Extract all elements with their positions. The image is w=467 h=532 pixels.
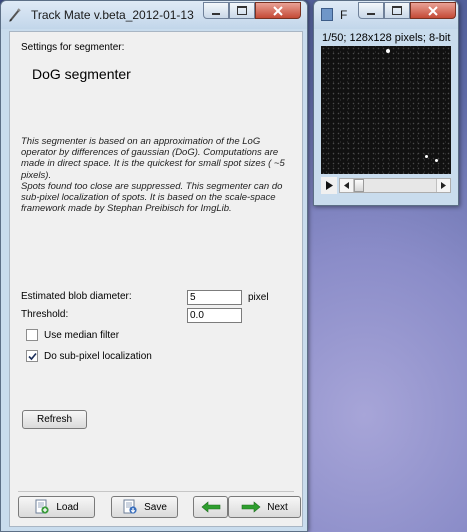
scroll-right-button[interactable] — [436, 179, 450, 192]
settings-label: Settings for segmenter: — [21, 42, 125, 53]
arrow-right-icon — [241, 501, 261, 513]
previous-button[interactable] — [193, 496, 228, 518]
bright-spot — [425, 155, 428, 158]
segmenter-description: This segmenter is based on an approximat… — [21, 136, 291, 214]
save-button[interactable]: Save — [111, 496, 178, 518]
segmenter-settings-panel: Settings for segmenter: DoG segmenter Th… — [9, 31, 303, 527]
play-button[interactable] — [321, 177, 337, 194]
scroll-left-icon — [344, 182, 349, 189]
subpixel-label: Do sub-pixel localization — [44, 351, 152, 362]
median-filter-label: Use median filter — [44, 330, 120, 341]
description-paragraph: Spots found too close are suppressed. Th… — [21, 180, 283, 215]
image-window: F 1/50; 128x128 pixels; 8-bit — [313, 0, 459, 206]
image-info-text: 1/50; 128x128 pixels; 8-bit — [322, 32, 451, 44]
save-icon — [123, 499, 137, 514]
close-icon — [428, 5, 438, 16]
refresh-button[interactable]: Refresh — [22, 410, 87, 429]
maximize-button[interactable] — [229, 2, 255, 19]
imagej-pen-icon — [8, 7, 22, 23]
load-button-label: Load — [56, 501, 79, 513]
next-button-label: Next — [267, 501, 288, 513]
description-paragraph: This segmenter is based on an approximat… — [21, 136, 285, 181]
close-icon — [273, 5, 283, 16]
minimize-icon — [212, 12, 220, 15]
maximize-icon — [237, 6, 247, 15]
threshold-label: Threshold: — [21, 309, 69, 320]
median-filter-checkbox[interactable] — [26, 329, 38, 341]
arrow-left-icon — [201, 501, 220, 513]
frame-slider-row — [321, 177, 451, 194]
window-title: Track Mate v.beta_2012-01-13 — [31, 8, 194, 22]
footer-divider — [18, 491, 294, 492]
close-button[interactable] — [255, 2, 301, 19]
bright-spot — [386, 49, 390, 53]
frame-scrollbar[interactable] — [339, 178, 451, 193]
maximize-icon — [392, 6, 402, 15]
load-icon — [35, 499, 49, 514]
scroll-right-icon — [441, 182, 446, 189]
scroll-thumb[interactable] — [354, 179, 364, 192]
play-icon — [326, 181, 333, 190]
blob-diameter-unit: pixel — [248, 292, 269, 303]
image-maximize-button[interactable] — [384, 2, 410, 19]
subpixel-checkbox[interactable] — [26, 350, 38, 362]
segmenter-name: DoG segmenter — [32, 66, 131, 82]
next-button[interactable]: Next — [228, 496, 301, 518]
image-icon — [321, 8, 333, 21]
load-button[interactable]: Load — [18, 496, 95, 518]
blob-diameter-label: Estimated blob diameter: — [21, 291, 132, 302]
blob-diameter-field[interactable]: 5 — [187, 290, 242, 305]
image-window-title: F — [340, 8, 348, 22]
image-canvas[interactable] — [321, 46, 451, 174]
image-close-button[interactable] — [410, 2, 456, 19]
scroll-left-button[interactable] — [340, 179, 354, 192]
refresh-button-label: Refresh — [36, 414, 72, 425]
bright-spot — [435, 159, 438, 162]
trackmate-window: Track Mate v.beta_2012-01-13 Settings fo… — [0, 0, 308, 532]
image-titlebar[interactable]: F — [314, 1, 458, 29]
threshold-field[interactable]: 0.0 — [187, 308, 242, 323]
checkmark-icon — [27, 352, 37, 360]
image-minimize-button[interactable] — [358, 2, 384, 19]
save-button-label: Save — [144, 501, 167, 513]
minimize-button[interactable] — [203, 2, 229, 19]
trackmate-titlebar[interactable]: Track Mate v.beta_2012-01-13 — [1, 1, 307, 29]
minimize-icon — [367, 12, 375, 15]
